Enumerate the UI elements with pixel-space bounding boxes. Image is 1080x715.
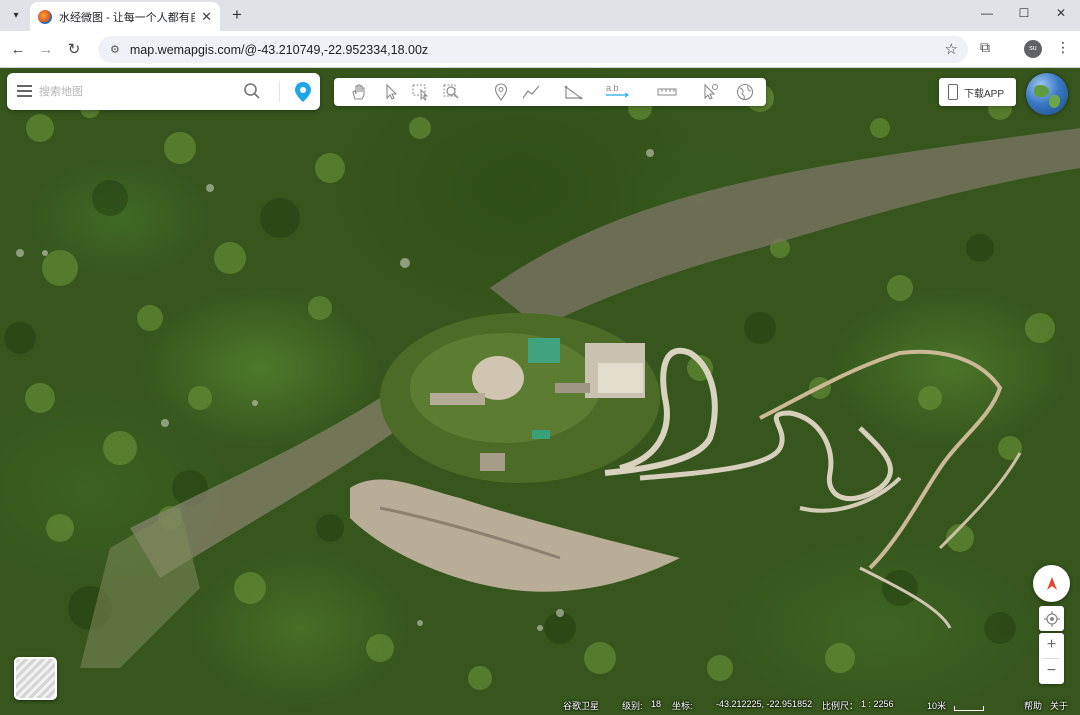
zoom-in-button[interactable]: + [1039,633,1064,658]
coordinate-value: -43.212225, -22.951852 [716,699,813,709]
reload-icon[interactable]: ↻ [64,40,84,60]
zoom-level-label: 级别: [622,701,643,711]
globe-view-icon[interactable] [1026,73,1068,115]
zoom-search-icon[interactable] [441,82,463,102]
satellite-map[interactable] [0,68,1080,715]
minimize-button[interactable]: — [977,6,997,20]
download-app-label: 下载APP [964,88,1005,100]
browser-tab[interactable]: 水经微图 - 让每一个人都有自己 ✕ [30,2,220,31]
zoom-level-value: 18 [651,699,662,709]
map-status-bar: 谷歌卫星 级别: 18 坐标: -43.212225, -22.951852 比… [0,696,1080,715]
search-icon[interactable] [243,82,261,100]
text-tool-label: a b [606,83,619,93]
imagery-source[interactable]: 谷歌卫星 [563,699,599,712]
phone-icon [948,84,958,100]
map-imagery [4,84,1080,690]
download-app-button[interactable]: 下载APP [939,78,1016,106]
cursor-info-icon[interactable] [699,82,721,102]
tab-search-chevron-icon[interactable]: ▾ [6,5,26,25]
text-label-icon[interactable]: a b [604,82,630,102]
map-search-panel [7,73,320,110]
hamburger-menu-icon[interactable] [17,85,32,97]
new-tab-button[interactable]: + [227,5,247,25]
scale-bar-label: 10米 [927,701,947,711]
url-text[interactable]: map.wemapgis.com/@-43.210749,-22.952334,… [130,43,428,57]
coordinate-label: 坐标: [672,701,693,711]
basemap-layer-switcher[interactable] [14,657,57,700]
back-arrow-icon[interactable]: ← [8,40,28,60]
address-bar[interactable]: ⚙ map.wemapgis.com/@-43.210749,-22.95233… [98,36,968,63]
browser-tab-strip: ▾ 水经微图 - 让每一个人都有自己 ✕ + — ☐ ✕ [0,0,1080,31]
globe-3d-icon[interactable] [734,82,756,102]
search-input[interactable] [39,81,229,103]
site-info-icon[interactable]: ⚙ [110,43,120,56]
maximize-button[interactable]: ☐ [1014,6,1034,20]
scale-value: 1 : 2256 [861,699,894,709]
help-link[interactable]: 帮助 [1024,699,1042,712]
scale-bar [954,706,984,711]
forward-arrow-icon[interactable]: → [36,40,56,60]
map-tools-bar: a b [334,78,766,106]
compass-needle-icon [1046,576,1057,590]
about-link[interactable]: 关于 [1050,699,1068,712]
search-divider [279,81,280,102]
bookmark-star-icon[interactable]: ☆ [945,40,958,58]
extensions-puzzle-icon[interactable]: ⧉ [980,39,990,56]
profile-avatar[interactable]: su [1024,40,1042,58]
polyline-icon[interactable] [520,82,542,102]
tab-title: 水经微图 - 让每一个人都有自己 [59,11,195,24]
pan-hand-icon[interactable] [348,82,370,102]
browser-toolbar: ← → ↻ ⚙ map.wemapgis.com/@-43.210749,-22… [0,31,1080,68]
marker-icon[interactable] [490,82,512,102]
browser-menu-icon[interactable]: ⋮ [1056,39,1070,56]
location-pin-icon[interactable] [293,81,313,103]
compass-button[interactable] [1033,565,1070,602]
close-window-button[interactable]: ✕ [1051,6,1071,20]
measure-ruler-icon[interactable] [656,82,678,102]
scale-label: 比例尺： [822,701,859,711]
polygon-icon[interactable] [562,82,584,102]
tab-close-icon[interactable]: ✕ [201,9,212,25]
zoom-control: + − [1039,633,1064,684]
box-select-icon[interactable] [410,82,432,102]
locate-me-button[interactable] [1039,606,1064,631]
select-arrow-icon[interactable] [380,82,402,102]
zoom-out-button[interactable]: − [1039,659,1064,684]
crosshair-icon [1043,610,1060,627]
site-favicon-icon [38,9,52,24]
